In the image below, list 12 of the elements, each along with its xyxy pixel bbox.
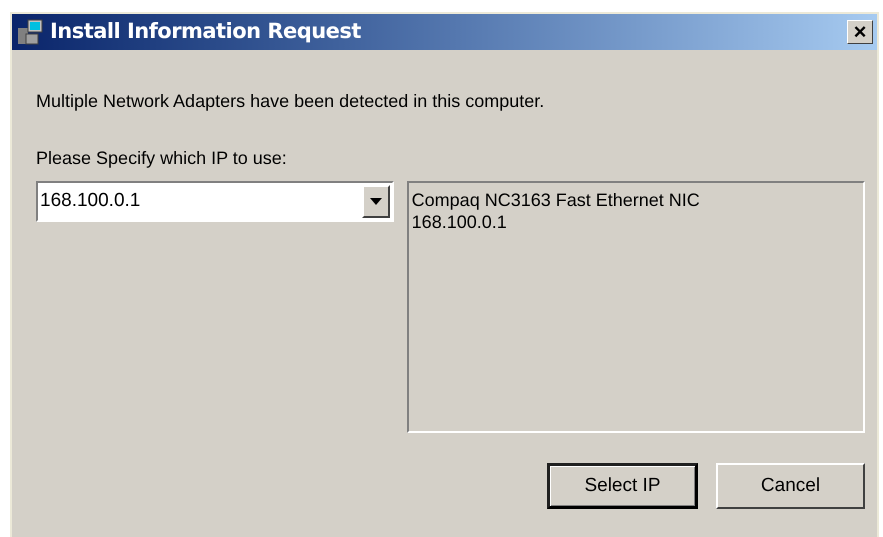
window-title: Install Information Request (50, 18, 361, 46)
close-button[interactable]: × (847, 20, 873, 44)
ip-prompt-label: Please Specify which IP to use: (36, 146, 288, 169)
adapter-info-line: 168.100.0.1 (412, 211, 508, 233)
dialog-button[interactable]: Select IP (547, 463, 698, 509)
caret-icon (370, 198, 382, 205)
message-text: Multiple Network Adapters have been detected in this computer. (36, 90, 546, 112)
adapter-info-line: Compaq NC3163 Fast Ethernet NIC (412, 189, 701, 211)
selected-ip: 168.100.0.1 (39, 189, 142, 214)
dropdown-button[interactable] (362, 185, 390, 218)
dialog-button[interactable]: Cancel (716, 463, 865, 509)
ip-dropdown[interactable]: 168.100.0.1 (36, 181, 394, 222)
